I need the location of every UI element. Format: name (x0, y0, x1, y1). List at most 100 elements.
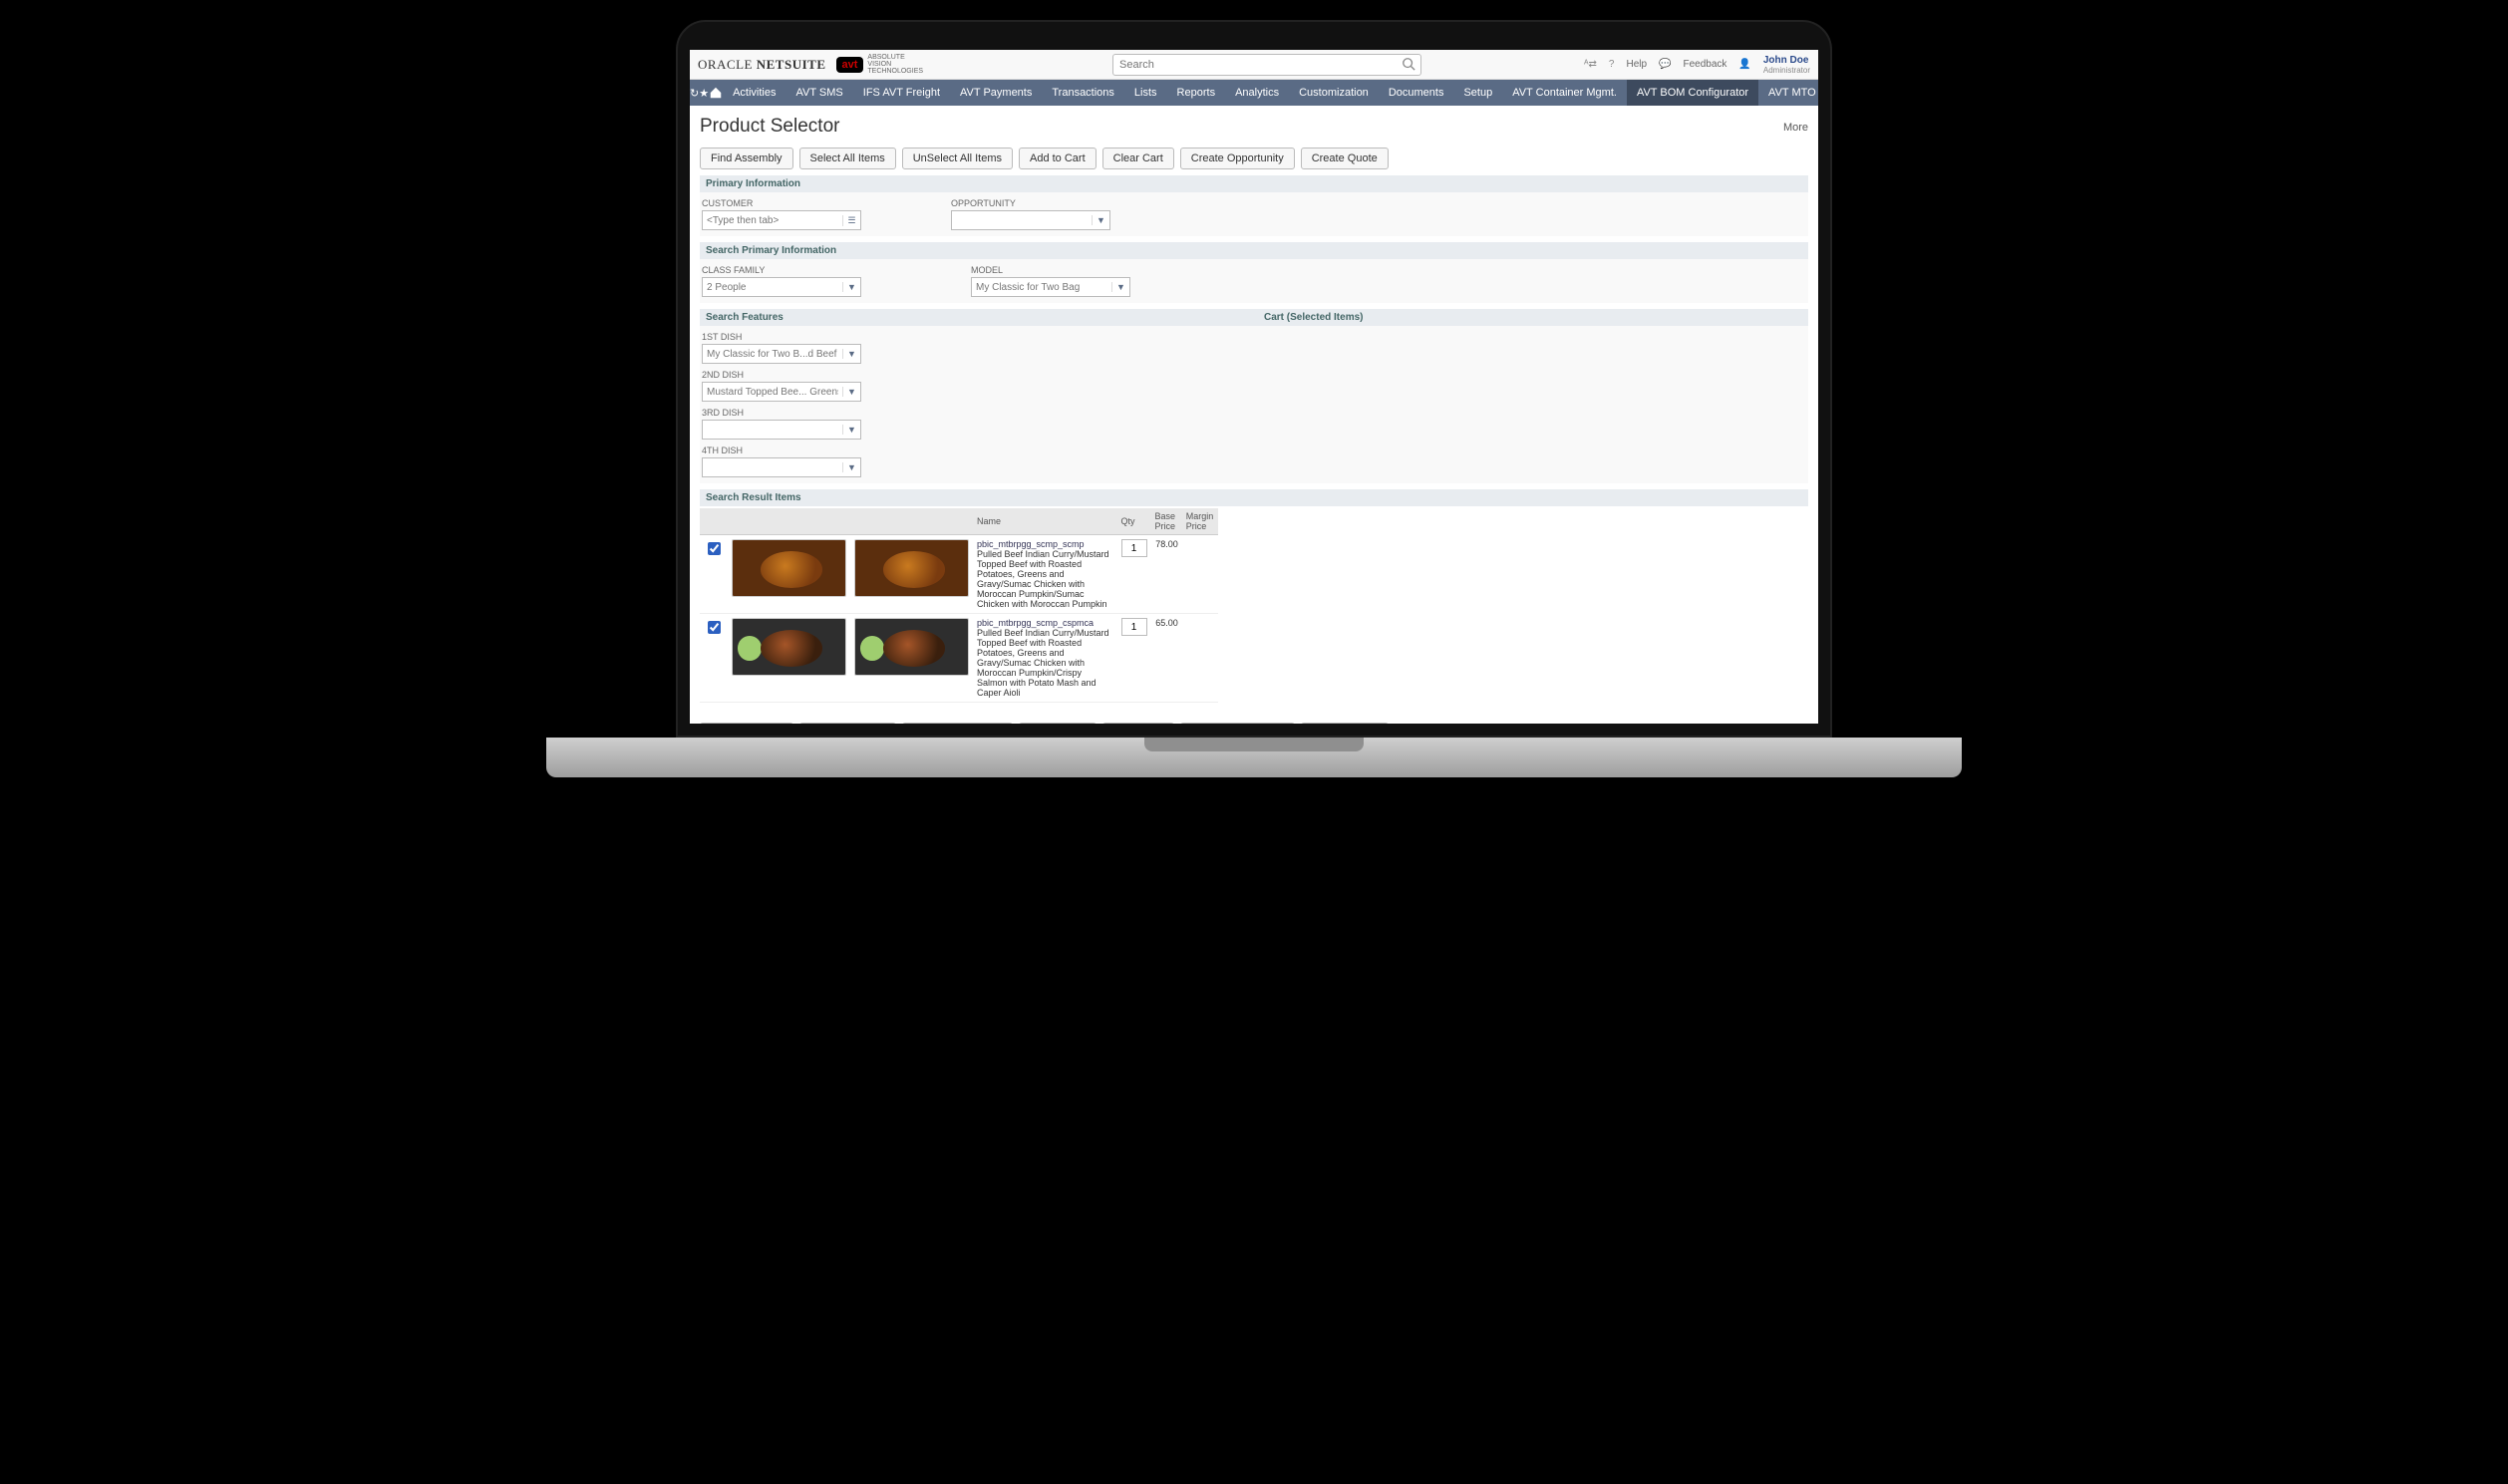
opportunity-label: OPPORTUNITY (951, 198, 1110, 208)
oracle-netsuite-logo: ORACLE NETSUITE (698, 57, 826, 73)
nav-reports[interactable]: Reports (1167, 80, 1226, 106)
dish1-select[interactable] (703, 349, 842, 360)
favorite-icon[interactable]: ★ (699, 87, 709, 100)
dish2-select[interactable] (703, 387, 842, 398)
nav-ifs-avt-freight[interactable]: IFS AVT Freight (853, 80, 950, 106)
chevron-down-icon[interactable]: ▼ (1092, 215, 1109, 225)
toolbar-top: Find Assembly Select All Items UnSelect … (700, 148, 1808, 169)
customer-picker-icon[interactable]: ☰ (842, 215, 860, 226)
laptop-base (546, 738, 1962, 777)
class-family-select[interactable] (703, 282, 842, 293)
class-family-label: CLASS FAMILY (702, 265, 861, 275)
history-icon[interactable]: ↻ (690, 87, 699, 100)
page-title: Product Selector (700, 116, 839, 138)
chevron-down-icon[interactable]: ▼ (842, 349, 860, 359)
create-opportunity-button[interactable]: Create Opportunity (1180, 148, 1295, 169)
dish2-label: 2ND DISH (702, 370, 861, 380)
chevron-down-icon[interactable]: ▼ (842, 282, 860, 292)
customer-label: CUSTOMER (702, 198, 861, 208)
find-assembly-button[interactable]: Find Assembly (700, 723, 793, 724)
product-image (732, 539, 846, 597)
add-to-cart-button[interactable]: Add to Cart (1019, 148, 1097, 169)
section-search-primary: Search Primary Information (700, 242, 1808, 259)
nav-avt-mto-configurator[interactable]: AVT MTO Configurator (1758, 80, 1818, 106)
nav-documents[interactable]: Documents (1379, 80, 1454, 106)
nav-lists[interactable]: Lists (1124, 80, 1167, 106)
row-name: pbic_mtbrpgg_scmp_scmpPulled Beef Indian… (973, 535, 1117, 614)
opportunity-input[interactable] (952, 215, 1092, 226)
product-image (854, 618, 969, 676)
select-all-button[interactable]: Select All Items (799, 723, 896, 724)
dish3-select[interactable] (703, 425, 842, 436)
unselect-all-button[interactable]: UnSelect All Items (902, 723, 1013, 724)
clear-cart-button[interactable]: Clear Cart (1102, 723, 1174, 724)
product-image (732, 618, 846, 676)
add-to-cart-button[interactable]: Add to Cart (1019, 723, 1097, 724)
user-name: John Doe (1763, 55, 1809, 66)
user-role: Administrator (1763, 66, 1810, 75)
dish4-select[interactable] (703, 462, 842, 473)
base-price: 78.00 (1151, 535, 1182, 614)
clear-cart-button[interactable]: Clear Cart (1102, 148, 1174, 169)
chevron-down-icon[interactable]: ▼ (842, 387, 860, 397)
app-header: ORACLE NETSUITE avt ABSOLUTEVISIONTECHNO… (690, 50, 1818, 80)
nav-avt-sms[interactable]: AVT SMS (786, 80, 853, 106)
results-table: Name Qty Base Price Margin Price pbic_mt… (700, 508, 1218, 703)
main-nav: ↻ ★ Activities AVT SMS IFS AVT Freight A… (690, 80, 1818, 106)
nav-avt-bom-configurator[interactable]: AVT BOM Configurator (1627, 80, 1758, 106)
base-price: 65.00 (1151, 614, 1182, 703)
model-select[interactable] (972, 282, 1111, 293)
dish1-label: 1ST DISH (702, 332, 861, 342)
chevron-down-icon[interactable]: ▼ (842, 462, 860, 472)
language-icon[interactable]: ᴬ⇄ (1584, 59, 1597, 70)
nav-setup[interactable]: Setup (1453, 80, 1502, 106)
margin-price (1182, 614, 1218, 703)
margin-price (1182, 535, 1218, 614)
table-row: pbic_mtbrpgg_scmp_cspmcaPulled Beef Indi… (700, 614, 1218, 703)
avt-logo: avt ABSOLUTEVISIONTECHNOLOGIES (836, 54, 924, 75)
search-input[interactable] (1112, 54, 1421, 76)
customer-input[interactable] (703, 215, 842, 226)
unselect-all-button[interactable]: UnSelect All Items (902, 148, 1013, 169)
more-link[interactable]: More (1783, 122, 1808, 134)
laptop-shadow (566, 779, 1942, 809)
qty-input[interactable] (1121, 539, 1147, 557)
nav-customization[interactable]: Customization (1289, 80, 1379, 106)
chevron-down-icon[interactable]: ▼ (1111, 282, 1129, 292)
find-assembly-button[interactable]: Find Assembly (700, 148, 793, 169)
global-search (1112, 54, 1421, 76)
home-icon[interactable] (709, 86, 723, 100)
product-image (854, 539, 969, 597)
qty-input[interactable] (1121, 618, 1147, 636)
table-row: pbic_mtbrpgg_scmp_scmpPulled Beef Indian… (700, 535, 1218, 614)
row-name: pbic_mtbrpgg_scmp_cspmcaPulled Beef Indi… (973, 614, 1117, 703)
col-qty: Qty (1117, 508, 1151, 535)
search-icon[interactable] (1402, 57, 1415, 71)
row-checkbox[interactable] (708, 621, 721, 634)
col-margin-price: Margin Price (1182, 508, 1218, 535)
help-link[interactable]: Help (1626, 59, 1647, 70)
feedback-link[interactable]: Feedback (1684, 59, 1727, 70)
create-opportunity-button[interactable]: Create Opportunity (1180, 723, 1295, 724)
nav-activities[interactable]: Activities (723, 80, 785, 106)
section-search-results: Search Result Items (700, 489, 1808, 506)
user-menu[interactable]: John Doe Administrator (1763, 55, 1810, 75)
row-checkbox[interactable] (708, 542, 721, 555)
section-features-cart: Search Features Cart (Selected Items) (700, 309, 1808, 326)
user-icon: 👤 (1738, 59, 1750, 70)
model-label: MODEL (971, 265, 1130, 275)
nav-analytics[interactable]: Analytics (1225, 80, 1289, 106)
nav-transactions[interactable]: Transactions (1042, 80, 1124, 106)
col-base-price: Base Price (1151, 508, 1182, 535)
feedback-icon[interactable]: 💬 (1659, 59, 1671, 70)
create-quote-button[interactable]: Create Quote (1301, 723, 1389, 724)
col-name: Name (973, 508, 1117, 535)
dish4-label: 4TH DISH (702, 445, 861, 455)
nav-avt-container[interactable]: AVT Container Mgmt. (1502, 80, 1627, 106)
help-icon[interactable]: ? (1609, 59, 1615, 70)
select-all-button[interactable]: Select All Items (799, 148, 896, 169)
chevron-down-icon[interactable]: ▼ (842, 425, 860, 435)
nav-avt-payments[interactable]: AVT Payments (950, 80, 1042, 106)
create-quote-button[interactable]: Create Quote (1301, 148, 1389, 169)
section-primary-info: Primary Information (700, 175, 1808, 192)
